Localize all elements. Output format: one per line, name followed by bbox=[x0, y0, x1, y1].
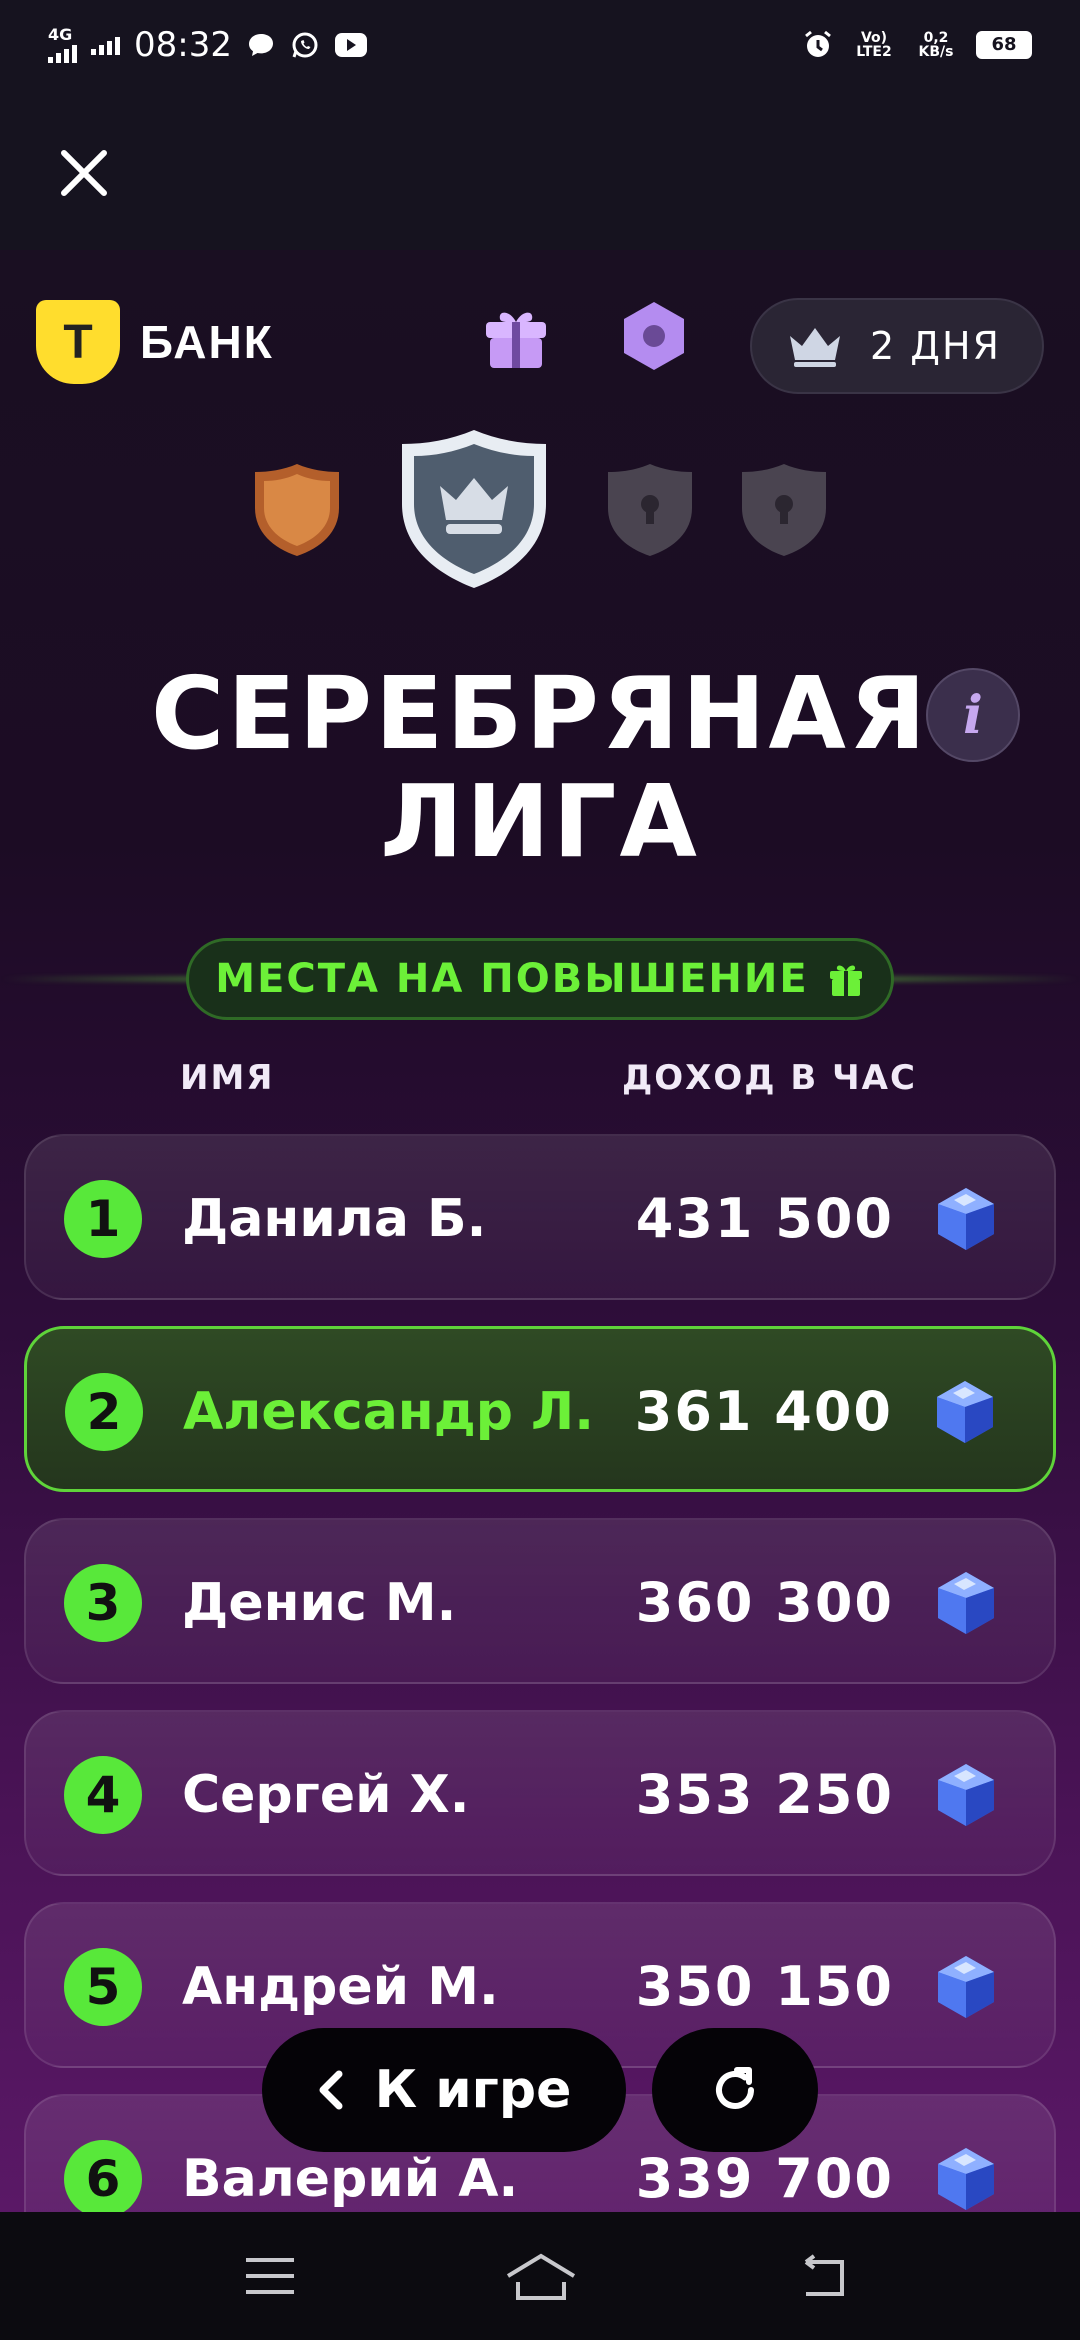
gift-icon bbox=[829, 965, 862, 996]
logo-text: БАНК bbox=[140, 316, 274, 368]
season-timer: 2 ДНЯ bbox=[750, 298, 1044, 394]
locked-league-shield[interactable] bbox=[604, 460, 696, 560]
bronze-league-shield[interactable] bbox=[250, 460, 344, 560]
info-button[interactable]: i bbox=[926, 668, 1020, 762]
back-label: К игре bbox=[374, 2060, 572, 2120]
league-title: СЕРЕБРЯНАЯ ЛИГА bbox=[0, 660, 1080, 876]
back-to-game-button[interactable]: К игре bbox=[262, 2028, 626, 2152]
rank-badge: 1 bbox=[64, 1180, 142, 1258]
tbank-logo: Т БАНК bbox=[36, 300, 274, 384]
table-row[interactable]: 1 Данила Б. 431 500 bbox=[24, 1134, 1056, 1300]
league-title-line1: СЕРЕБРЯНАЯ bbox=[151, 655, 929, 772]
player-name: Данила Б. bbox=[182, 1189, 487, 1249]
system-nav-bar bbox=[0, 2212, 1080, 2340]
table-row[interactable]: 3 Денис М. 360 300 bbox=[24, 1518, 1056, 1684]
whatsapp-icon bbox=[292, 32, 318, 58]
player-income: 350 150 bbox=[635, 1955, 894, 2018]
alarm-icon bbox=[805, 30, 831, 57]
crown-icon bbox=[790, 328, 840, 367]
logo-shield: Т bbox=[36, 300, 120, 384]
promotion-badge[interactable]: МЕСТА НА ПОВЫШЕНИЕ bbox=[186, 938, 894, 1020]
rank-badge: 2 bbox=[65, 1373, 143, 1451]
status-bar: 4G 08:32 Vo) LTE2 0,2 KB/s 68 bbox=[0, 0, 1080, 90]
league-title-line2: ЛИГА bbox=[380, 763, 700, 880]
message-icon bbox=[248, 34, 273, 56]
player-name: Денис М. bbox=[182, 1573, 457, 1633]
locked-league-shield[interactable] bbox=[738, 460, 830, 560]
league-screen: Т БАНК 2 ДНЯ СЕРЕБРЯНАЯ ЛИГА i МЕСТА НА … bbox=[0, 250, 1080, 2212]
promotion-label: МЕСТА НА ПОВЫШЕНИЕ bbox=[215, 956, 809, 1002]
network-indicator: 4G bbox=[48, 27, 77, 63]
column-header-name: ИМЯ bbox=[180, 1058, 275, 1098]
player-income: 361 400 bbox=[634, 1380, 893, 1443]
gem-icon bbox=[934, 2146, 998, 2212]
player-name: Александр Л. bbox=[183, 1382, 594, 1442]
youtube-icon bbox=[334, 33, 367, 57]
clock: 08:32 bbox=[134, 25, 232, 65]
days-label: 2 ДНЯ bbox=[870, 324, 1001, 368]
player-income: 360 300 bbox=[635, 1571, 894, 1634]
top-bar bbox=[0, 90, 1080, 250]
chevron-left-icon bbox=[319, 2070, 343, 2110]
gem-icon bbox=[933, 1379, 997, 1445]
gift-icon[interactable] bbox=[480, 300, 552, 372]
close-icon[interactable] bbox=[56, 145, 112, 201]
player-income: 431 500 bbox=[635, 1187, 894, 1250]
gem-icon bbox=[934, 1570, 998, 1636]
silver-league-shield[interactable] bbox=[394, 426, 554, 594]
column-header-income: ДОХОД В ЧАС bbox=[622, 1058, 917, 1098]
table-row[interactable]: 4 Сергей Х. 353 250 bbox=[24, 1710, 1056, 1876]
speed-indicator: 0,2 KB/s bbox=[918, 30, 954, 60]
gem-icon bbox=[934, 1762, 998, 1828]
player-income: 339 700 bbox=[635, 2147, 894, 2210]
gem-icon bbox=[934, 1954, 998, 2020]
refresh-icon bbox=[716, 2067, 754, 2109]
player-name: Валерий А. bbox=[182, 2149, 519, 2209]
gem-icon bbox=[934, 1186, 998, 1252]
rank-badge: 6 bbox=[64, 2140, 142, 2212]
signal-icon bbox=[91, 35, 120, 55]
refresh-button[interactable] bbox=[652, 2028, 818, 2152]
rank-badge: 3 bbox=[64, 1564, 142, 1642]
hexagon-icon[interactable] bbox=[620, 300, 688, 372]
home-icon[interactable] bbox=[504, 2252, 578, 2302]
battery-indicator: 68 bbox=[976, 31, 1032, 59]
rank-badge: 4 bbox=[64, 1756, 142, 1834]
player-name: Андрей М. bbox=[182, 1957, 499, 2017]
player-name: Сергей Х. bbox=[182, 1765, 470, 1825]
menu-icon[interactable] bbox=[244, 2252, 296, 2300]
player-income: 353 250 bbox=[635, 1763, 894, 1826]
table-row[interactable]: 2 Александр Л. 361 400 bbox=[24, 1326, 1056, 1492]
volte-indicator: Vo) LTE2 bbox=[856, 30, 892, 60]
back-icon[interactable] bbox=[796, 2252, 852, 2300]
rank-badge: 5 bbox=[64, 1948, 142, 2026]
